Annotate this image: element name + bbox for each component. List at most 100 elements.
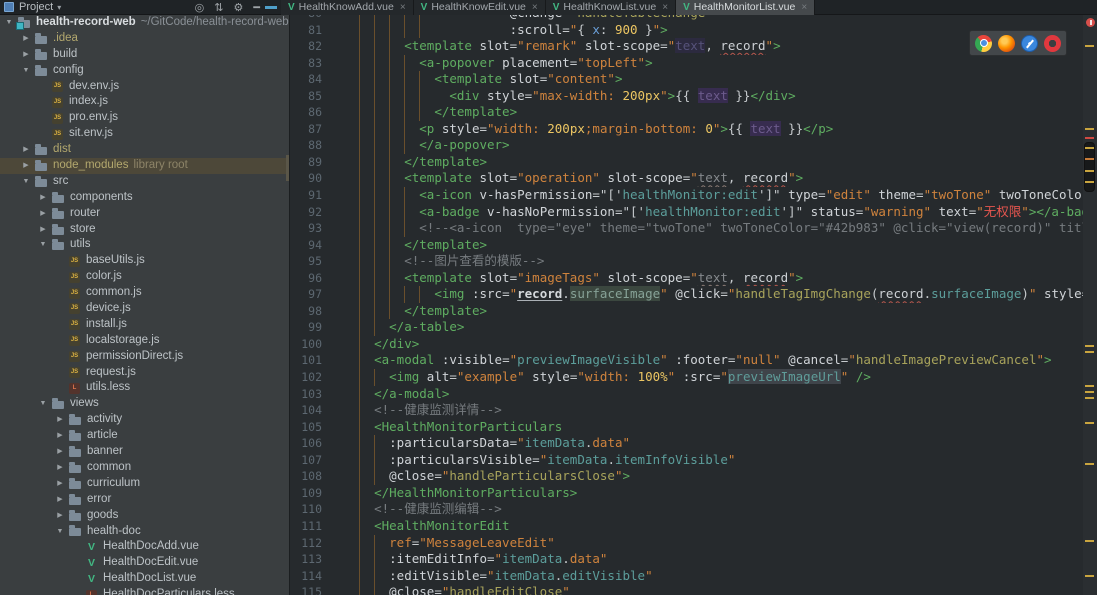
settings-gear-icon[interactable]: ⚙ (234, 2, 244, 14)
tree-item-common[interactable]: ▶common (0, 460, 289, 476)
tree-item-index-js[interactable]: JSindex.js (0, 94, 289, 110)
chevron-down-icon[interactable]: ▾ (57, 3, 61, 12)
opera-browser-icon[interactable] (1044, 35, 1061, 52)
line-number[interactable]: 100 (290, 336, 324, 353)
tree-item--idea[interactable]: ▶.idea (0, 31, 289, 47)
tree-item-dist[interactable]: ▶dist (0, 142, 289, 158)
stripe-mark-yellow[interactable] (1085, 397, 1094, 399)
editor-tab-healthknowlist-vue[interactable]: VHealthKnowList.vue× (546, 0, 676, 15)
line-number[interactable]: 92 (290, 204, 324, 221)
line-number[interactable]: 95 (290, 253, 324, 270)
line-number[interactable]: 105 (290, 419, 324, 436)
firefox-browser-icon[interactable] (998, 35, 1015, 52)
stripe-mark-yellow[interactable] (1085, 463, 1094, 465)
collapse-arrow-icon[interactable]: ▼ (4, 15, 14, 31)
code-editor[interactable]: 80 @change="handleTableChange"81 :scroll… (290, 15, 1097, 595)
stripe-mark-yellow[interactable] (1085, 45, 1094, 47)
line-number[interactable]: 114 (290, 568, 324, 585)
tree-item-views[interactable]: ▼views (0, 396, 289, 412)
tree-item-router[interactable]: ▶router (0, 206, 289, 222)
line-number[interactable]: 85 (290, 88, 324, 105)
line-number[interactable]: 86 (290, 104, 324, 121)
tree-item-healthdocedit-vue[interactable]: VHealthDocEdit.vue (0, 555, 289, 571)
expand-arrow-icon[interactable]: ▶ (55, 476, 65, 492)
stripe-mark-yellow[interactable] (1085, 351, 1094, 353)
tree-item-components[interactable]: ▶components (0, 190, 289, 206)
line-number[interactable]: 109 (290, 485, 324, 502)
tree-item-sit-env-js[interactable]: JSsit.env.js (0, 126, 289, 142)
line-number[interactable]: 83 (290, 55, 324, 72)
splitter-handle-icon[interactable] (265, 6, 277, 9)
tree-item-build[interactable]: ▶build (0, 47, 289, 63)
locate-icon[interactable]: ◎ (195, 2, 205, 14)
line-number[interactable]: 107 (290, 452, 324, 469)
line-number[interactable]: 110 (290, 501, 324, 518)
tree-item-color-js[interactable]: JScolor.js (0, 269, 289, 285)
tree-item-banner[interactable]: ▶banner (0, 444, 289, 460)
line-number[interactable]: 108 (290, 468, 324, 485)
close-tab-icon[interactable]: × (400, 2, 406, 13)
line-number[interactable]: 84 (290, 71, 324, 88)
line-number[interactable]: 106 (290, 435, 324, 452)
line-number[interactable]: 112 (290, 535, 324, 552)
stripe-mark-orange[interactable] (1085, 158, 1094, 160)
panel-scrollbar-thumb[interactable] (286, 155, 289, 181)
expand-arrow-icon[interactable]: ▶ (21, 47, 31, 63)
editor-tab-healthmonitorlist-vue[interactable]: VHealthMonitorList.vue× (676, 0, 815, 15)
tree-item-localstorage-js[interactable]: JSlocalstorage.js (0, 333, 289, 349)
hide-panel-icon[interactable]: ━ (253, 2, 260, 14)
tree-item-src[interactable]: ▼src (0, 174, 289, 190)
tree-item-dev-env-js[interactable]: JSdev.env.js (0, 79, 289, 95)
tree-item-healthdocadd-vue[interactable]: VHealthDocAdd.vue (0, 539, 289, 555)
expand-arrow-icon[interactable]: ▶ (38, 206, 48, 222)
collapse-arrow-icon[interactable]: ▼ (38, 396, 48, 412)
stripe-mark-yellow[interactable] (1085, 391, 1094, 393)
line-number[interactable]: 104 (290, 402, 324, 419)
tree-item-baseutils-js[interactable]: JSbaseUtils.js (0, 253, 289, 269)
tree-item-utils[interactable]: ▼utils (0, 237, 289, 253)
line-number[interactable]: 101 (290, 352, 324, 369)
chrome-browser-icon[interactable] (975, 35, 992, 52)
editor-tab-healthknowadd-vue[interactable]: VHealthKnowAdd.vue× (281, 0, 414, 15)
collapse-arrow-icon[interactable]: ▼ (21, 174, 31, 190)
tree-item-utils-less[interactable]: Lutils.less (0, 380, 289, 396)
editor-tab-healthknowedit-vue[interactable]: VHealthKnowEdit.vue× (414, 0, 546, 15)
expand-arrow-icon[interactable]: ▶ (55, 444, 65, 460)
line-number[interactable]: 98 (290, 303, 324, 320)
collapse-arrow-icon[interactable]: ▼ (55, 524, 65, 540)
line-number[interactable]: 94 (290, 237, 324, 254)
tree-item-common-js[interactable]: JScommon.js (0, 285, 289, 301)
line-number[interactable]: 91 (290, 187, 324, 204)
tree-item-node-modules[interactable]: ▶node_moduleslibrary root (0, 158, 289, 174)
line-number[interactable]: 96 (290, 270, 324, 287)
collapse-arrow-icon[interactable]: ▼ (21, 63, 31, 79)
tree-item-activity[interactable]: ▶activity (0, 412, 289, 428)
line-number[interactable]: 111 (290, 518, 324, 535)
editor-scrollbar-thumb[interactable] (1084, 142, 1095, 192)
line-number[interactable]: 81 (290, 22, 324, 39)
line-number[interactable]: 99 (290, 319, 324, 336)
expand-arrow-icon[interactable]: ▶ (38, 222, 48, 238)
close-tab-icon[interactable]: × (801, 2, 807, 13)
expand-arrow-icon[interactable]: ▶ (55, 508, 65, 524)
tree-item-store[interactable]: ▶store (0, 222, 289, 238)
tree-item-config[interactable]: ▼config (0, 63, 289, 79)
stripe-mark-yellow[interactable] (1085, 422, 1094, 424)
close-tab-icon[interactable]: × (532, 2, 538, 13)
line-number[interactable]: 87 (290, 121, 324, 138)
expand-arrow-icon[interactable]: ▶ (55, 492, 65, 508)
expand-arrow-icon[interactable]: ▶ (55, 428, 65, 444)
line-number[interactable]: 103 (290, 386, 324, 403)
tree-item-pro-env-js[interactable]: JSpro.env.js (0, 110, 289, 126)
line-number[interactable]: 90 (290, 170, 324, 187)
tree-item-healthdocparticulars-less[interactable]: LHealthDocParticulars.less (0, 587, 289, 595)
project-panel-title[interactable]: Project (19, 1, 53, 13)
line-number[interactable]: 93 (290, 220, 324, 237)
collapse-arrow-icon[interactable]: ▼ (38, 237, 48, 253)
line-number[interactable]: 89 (290, 154, 324, 171)
tree-item-device-js[interactable]: JSdevice.js (0, 301, 289, 317)
expand-arrow-icon[interactable]: ▶ (21, 31, 31, 47)
inspections-error-icon[interactable] (1086, 18, 1095, 27)
line-number[interactable]: 88 (290, 137, 324, 154)
stripe-mark-yellow[interactable] (1085, 575, 1094, 577)
